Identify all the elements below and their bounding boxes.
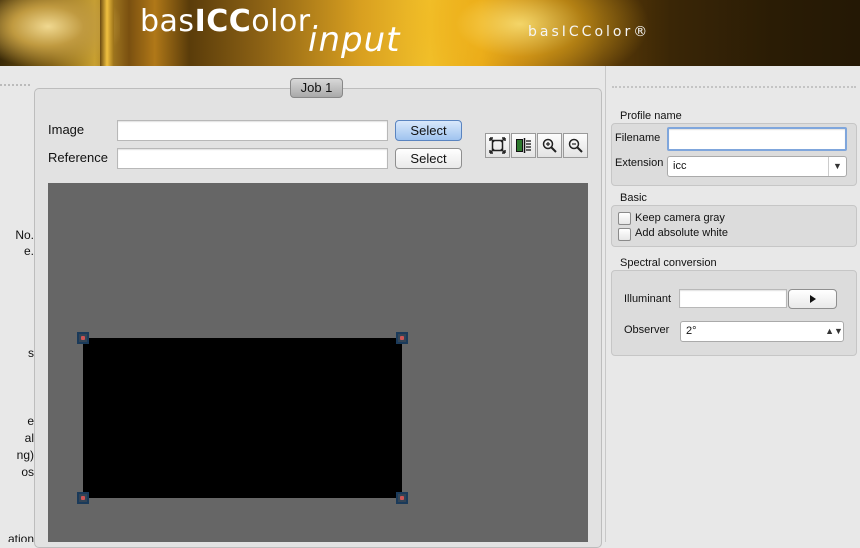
add-absolute-white-label: Add absolute white [635, 227, 728, 239]
keep-camera-gray-checkbox[interactable] [618, 212, 631, 225]
panel-grip[interactable] [612, 86, 856, 88]
panel-grip[interactable] [0, 84, 30, 86]
zoom-out-button[interactable] [563, 133, 588, 158]
filename-label: Filename [615, 132, 661, 144]
zoom-out-icon [568, 138, 583, 153]
clipped-text: ation [7, 532, 34, 542]
observer-value: 2° [686, 325, 697, 337]
zoom-in-icon [542, 138, 557, 153]
crop-handle-bottom-right[interactable] [396, 492, 408, 504]
image-label: Image [48, 122, 85, 137]
spectral-conversion-heading: Spectral conversion [620, 257, 717, 269]
app-logo-title: basICColor [140, 4, 311, 39]
observer-popup[interactable]: 2° ▲▼ [680, 321, 844, 342]
banner-frame-decoration [100, 0, 114, 66]
clipped-text: al [24, 431, 34, 445]
clipped-text: e [27, 414, 34, 428]
company-logo: basICColor® [528, 24, 651, 40]
split-view-button[interactable] [511, 133, 536, 158]
clipped-text: os [21, 465, 34, 479]
illuminant-label: Illuminant [624, 293, 672, 305]
clipped-text: e. [23, 244, 34, 258]
reference-label: Reference [48, 150, 108, 165]
profile-name-heading: Profile name [620, 110, 682, 122]
app-logo-subtitle: input [308, 20, 401, 60]
chevron-down-icon[interactable]: ▼ [828, 157, 846, 176]
spectral-conversion-box [611, 270, 857, 356]
illuminant-input[interactable] [679, 289, 787, 308]
up-down-arrows-icon[interactable]: ▲▼ [825, 322, 843, 341]
extension-combobox[interactable]: icc ▼ [667, 156, 847, 177]
basic-heading: Basic [620, 192, 647, 204]
clipped-text: No. [15, 228, 34, 242]
crop-handle-top-right[interactable] [396, 332, 408, 344]
tab-job-1[interactable]: Job 1 [290, 78, 343, 98]
play-arrow-icon [809, 295, 816, 303]
fit-to-window-button[interactable] [485, 133, 510, 158]
crop-handle-bottom-left[interactable] [77, 492, 89, 504]
zoom-in-button[interactable] [537, 133, 562, 158]
filename-input[interactable] [667, 127, 847, 151]
observer-label: Observer [624, 324, 670, 336]
image-path-input[interactable] [117, 120, 388, 141]
left-sidebar: No. e. s e al ng) os ation [0, 66, 34, 542]
crop-handle-top-left[interactable] [77, 332, 89, 344]
reference-select-button[interactable]: Select [395, 148, 462, 169]
reference-path-input[interactable] [117, 148, 388, 169]
app-banner: basICColor input basICColor® [0, 0, 860, 66]
image-select-button[interactable]: Select [395, 120, 462, 141]
clipped-text: ng) [16, 448, 34, 462]
extension-value: icc [673, 160, 687, 172]
keep-camera-gray-label: Keep camera gray [635, 212, 725, 224]
illuminant-select-button[interactable] [788, 289, 837, 309]
fit-to-window-icon [489, 137, 506, 154]
split-view-icon [516, 138, 531, 153]
add-absolute-white-checkbox[interactable] [618, 228, 631, 241]
preview-image [83, 338, 402, 498]
extension-label: Extension [615, 157, 664, 169]
